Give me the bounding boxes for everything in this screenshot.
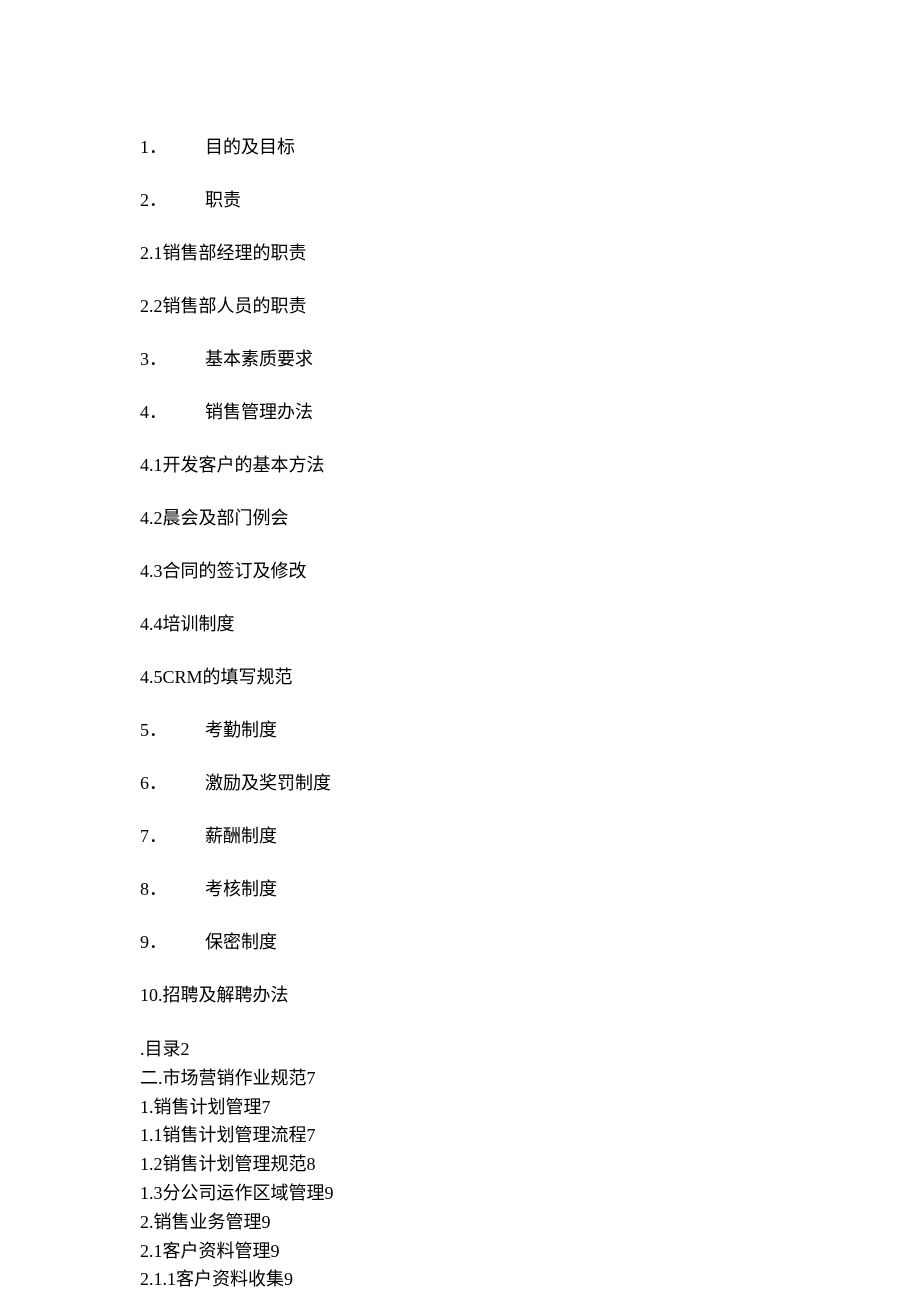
toc-item: 7．薪酬制度 bbox=[140, 823, 920, 850]
toc-sub-item: 10.招聘及解聘办法 bbox=[140, 982, 920, 1009]
toc-sub-item: 4.4培训制度 bbox=[140, 611, 920, 638]
dense-toc-item: 1.销售计划管理7 bbox=[140, 1093, 920, 1122]
toc-item: 1．目的及目标 bbox=[140, 134, 920, 161]
toc-sub-item: 4.5CRM的填写规范 bbox=[140, 664, 920, 691]
toc-number: 4． bbox=[140, 399, 205, 426]
dense-toc-item: .目录2 bbox=[140, 1035, 920, 1064]
toc-title: 薪酬制度 bbox=[205, 823, 277, 850]
dense-toc-list: .目录2二.市场营销作业规范71.销售计划管理71.1销售计划管理流程71.2销… bbox=[140, 1035, 920, 1294]
toc-title: 目的及目标 bbox=[205, 134, 295, 161]
toc-number: 6． bbox=[140, 770, 205, 797]
toc-title: 考勤制度 bbox=[205, 717, 277, 744]
dense-toc-item: 2.1.1客户资料收集9 bbox=[140, 1265, 920, 1294]
toc-item: 9．保密制度 bbox=[140, 929, 920, 956]
dense-toc-item: 2.1客户资料管理9 bbox=[140, 1237, 920, 1266]
toc-number: 9． bbox=[140, 929, 205, 956]
dense-toc-item: 1.3分公司运作区域管理9 bbox=[140, 1179, 920, 1208]
toc-title: 保密制度 bbox=[205, 929, 277, 956]
toc-sub-item: 4.2晨会及部门例会 bbox=[140, 505, 920, 532]
dense-toc-item: 1.2销售计划管理规范8 bbox=[140, 1150, 920, 1179]
toc-item: 6．激励及奖罚制度 bbox=[140, 770, 920, 797]
toc-sub-item: 2.2销售部人员的职责 bbox=[140, 293, 920, 320]
toc-number: 5． bbox=[140, 717, 205, 744]
toc-number: 2． bbox=[140, 187, 205, 214]
dense-toc-item: 二.市场营销作业规范7 bbox=[140, 1064, 920, 1093]
toc-title: 基本素质要求 bbox=[205, 346, 313, 373]
toc-title: 销售管理办法 bbox=[205, 399, 313, 426]
toc-item: 8．考核制度 bbox=[140, 876, 920, 903]
toc-item: 5．考勤制度 bbox=[140, 717, 920, 744]
toc-title: 激励及奖罚制度 bbox=[205, 770, 331, 797]
toc-item: 4．销售管理办法 bbox=[140, 399, 920, 426]
toc-number: 1． bbox=[140, 134, 205, 161]
toc-number: 8． bbox=[140, 876, 205, 903]
toc-title: 考核制度 bbox=[205, 876, 277, 903]
toc-number: 7． bbox=[140, 823, 205, 850]
toc-title: 职责 bbox=[205, 187, 241, 214]
toc-sub-item: 2.1销售部经理的职责 bbox=[140, 240, 920, 267]
toc-sub-item: 4.1开发客户的基本方法 bbox=[140, 452, 920, 479]
toc-number: 3． bbox=[140, 346, 205, 373]
document-body: 1．目的及目标2．职责2.1销售部经理的职责2.2销售部人员的职责3．基本素质要… bbox=[140, 134, 920, 1294]
dense-toc-item: 2.销售业务管理9 bbox=[140, 1208, 920, 1237]
toc-item: 3．基本素质要求 bbox=[140, 346, 920, 373]
toc-item: 2．职责 bbox=[140, 187, 920, 214]
toc-sub-item: 4.3合同的签订及修改 bbox=[140, 558, 920, 585]
dense-toc-item: 1.1销售计划管理流程7 bbox=[140, 1121, 920, 1150]
